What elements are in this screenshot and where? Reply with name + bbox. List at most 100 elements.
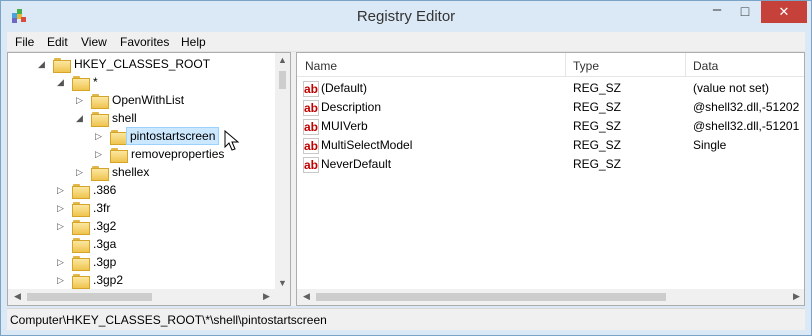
current-key-path: Computer\HKEY_CLASSES_ROOT\*\shell\pinto… [10,313,327,327]
value-data: Single [693,138,727,152]
scroll-up-icon[interactable]: ▲ [275,55,290,65]
column-header-name[interactable]: Name [305,59,337,73]
maximize-button[interactable]: □ [731,1,759,23]
registry-value-row[interactable]: ab (Default) REG_SZ (value not set) [297,79,804,98]
menu-file[interactable]: File [15,35,34,49]
scrollbar-corner [275,289,290,305]
close-button[interactable]: ✕ [761,1,807,23]
tree-node-label: * [93,75,98,89]
folder-icon [91,166,109,181]
values-horizontal-scrollbar[interactable]: ◀ ▶ [297,289,804,305]
folder-icon [72,220,90,235]
expand-icon[interactable]: ▷ [76,167,84,177]
expand-icon[interactable]: ▷ [76,95,84,105]
value-data: @shell32.dll,-51202 [693,100,800,114]
values-horizontal-scroll-thumb[interactable] [316,293,666,301]
value-name: NeverDefault [321,157,392,171]
scroll-left-icon[interactable]: ◀ [10,291,25,302]
folder-icon [72,76,90,91]
value-name: MultiSelectModel [321,138,413,152]
minimize-icon: – [712,1,722,18]
tree-node-3fr[interactable]: ▷ .3fr [8,199,276,217]
expand-icon[interactable]: ▷ [95,149,103,159]
value-type: REG_SZ [573,100,622,114]
value-name: Description [321,100,382,114]
registry-values-list[interactable]: Name Type Data ab (Default) REG_SZ (valu… [296,52,805,306]
tree-node-3g2[interactable]: ▷ .3g2 [8,217,276,235]
value-data: (value not set) [693,81,770,95]
expand-icon[interactable]: ▷ [95,131,103,141]
tree-node-label: .3fr [93,201,111,215]
folder-icon [72,238,90,253]
menu-help[interactable]: Help [181,35,206,49]
tree-node-label: .3g2 [93,219,117,233]
tree-node-3gp[interactable]: ▷ .3gp [8,253,276,271]
tree-horizontal-scrollbar[interactable]: ◀ ▶ [8,289,276,305]
string-value-icon: ab [303,81,319,97]
minimize-button[interactable]: – [703,1,731,23]
scroll-down-icon[interactable]: ▼ [275,278,290,288]
scroll-right-icon[interactable]: ▶ [789,291,804,302]
registry-value-row[interactable]: ab NeverDefault REG_SZ [297,155,804,174]
menu-view[interactable]: View [81,35,107,49]
tree-node-386[interactable]: ▷ .386 [8,181,276,199]
tree-horizontal-scroll-thumb[interactable] [27,293,152,301]
tree-node-star[interactable]: ◢ * [8,73,276,91]
menu-edit[interactable]: Edit [47,35,68,49]
collapse-icon[interactable]: ◢ [57,77,65,87]
tree-node-label: OpenWithList [112,93,185,107]
tree-node-label: .386 [93,183,117,197]
title-bar[interactable]: Registry Editor – □ ✕ [1,1,811,32]
value-type: REG_SZ [573,119,622,133]
tree-node-3ga[interactable]: .3ga [8,235,276,253]
expand-icon[interactable]: ▷ [57,221,65,231]
collapse-icon[interactable]: ◢ [76,113,84,123]
tree-vertical-scrollbar[interactable]: ▲ ▼ [275,53,290,290]
registry-value-row[interactable]: ab Description REG_SZ @shell32.dll,-5120… [297,98,804,117]
folder-icon [91,94,109,109]
column-divider[interactable] [685,53,686,77]
expand-icon[interactable]: ▷ [57,275,65,285]
value-type: REG_SZ [573,138,622,152]
menu-bar: File Edit View Favorites Help [7,32,805,52]
scroll-right-icon[interactable]: ▶ [259,291,274,302]
string-value-icon: ab [303,157,319,173]
tree-node-label: HKEY_CLASSES_ROOT [74,57,211,71]
expand-icon[interactable]: ▷ [57,257,65,267]
registry-value-row[interactable]: ab MultiSelectModel REG_SZ Single [297,136,804,155]
collapse-icon[interactable]: ◢ [38,59,46,69]
column-divider[interactable] [565,53,566,77]
folder-icon [72,202,90,217]
string-value-icon: ab [303,100,319,116]
expand-icon[interactable]: ▷ [57,185,65,195]
value-name: MUIVerb [321,119,368,133]
registry-value-row[interactable]: ab MUIVerb REG_SZ @shell32.dll,-51201 [297,117,804,136]
tree-node-label: .3gp2 [93,273,124,287]
maximize-icon: □ [740,3,750,19]
folder-icon [72,274,90,289]
folder-icon [72,256,90,271]
folder-icon [110,148,128,163]
tree-node-openwithlist[interactable]: ▷ OpenWithList [8,91,276,109]
tree-node-label: shell [112,111,137,125]
column-header-data[interactable]: Data [693,59,718,73]
tree-node-shell[interactable]: ◢ shell [8,109,276,127]
value-type: REG_SZ [573,81,622,95]
tree-node-3gp2[interactable]: ▷ .3gp2 [8,271,276,289]
tree-node-label: removeproperties [131,147,225,161]
expand-icon[interactable]: ▷ [57,203,65,213]
tree-node-shellex[interactable]: ▷ shellex [8,163,276,181]
column-header-type[interactable]: Type [573,59,599,73]
folder-icon [53,58,71,73]
registry-key-tree[interactable]: ◢ HKEY_CLASSES_ROOT ◢ * ▷ OpenWithList ◢… [7,52,291,306]
tree-vertical-scroll-thumb[interactable] [279,71,286,89]
mouse-cursor-icon [224,130,240,151]
menu-favorites[interactable]: Favorites [120,35,169,49]
tree-node-label: .3gp [93,255,117,269]
tree-node-label: shellex [112,165,150,179]
status-bar: Computer\HKEY_CLASSES_ROOT\*\shell\pinto… [7,308,805,330]
scroll-left-icon[interactable]: ◀ [299,291,314,302]
tree-node-label: .3ga [93,237,117,251]
folder-icon [72,184,90,199]
tree-node-hkey-classes-root[interactable]: ◢ HKEY_CLASSES_ROOT [8,55,276,73]
